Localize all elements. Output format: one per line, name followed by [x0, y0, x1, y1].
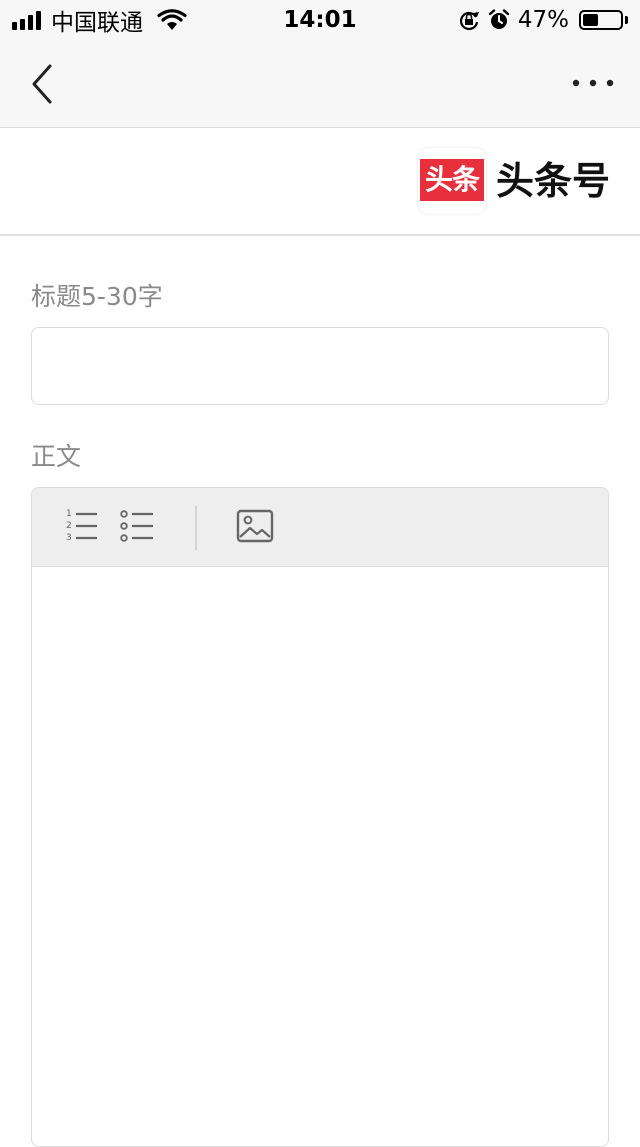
- body-text-area[interactable]: [32, 567, 608, 1146]
- editor-toolbar: 1 2 3: [32, 488, 608, 567]
- toolbar-divider: [195, 506, 197, 550]
- orientation-lock-icon: [459, 11, 479, 31]
- battery-icon: [579, 10, 623, 30]
- bullet-list-icon[interactable]: [117, 506, 157, 546]
- brand-name: 头条号: [496, 159, 611, 203]
- ordered-list-icon[interactable]: 1 2 3: [61, 506, 101, 546]
- battery-level-fill: [583, 14, 598, 26]
- brand-header: 头条 头条号: [0, 128, 640, 236]
- more-options-button[interactable]: [568, 68, 618, 98]
- toutiao-logo: 头条: [418, 148, 486, 214]
- svg-text:2: 2: [66, 521, 72, 531]
- logo-text: 头条: [420, 159, 484, 201]
- back-button[interactable]: [24, 60, 64, 108]
- title-input[interactable]: [31, 327, 609, 405]
- body-editor: 1 2 3: [31, 487, 609, 1147]
- svg-text:1: 1: [66, 509, 72, 519]
- body-label: 正文: [31, 442, 82, 471]
- battery-tip: [625, 16, 628, 24]
- alarm-icon: [488, 9, 510, 29]
- title-label: 标题5-30字: [31, 282, 163, 311]
- svg-text:3: 3: [66, 533, 72, 543]
- status-bar: 中国联通 14:01 47%: [0, 0, 640, 40]
- image-icon[interactable]: [235, 506, 275, 546]
- battery-percent: 47%: [517, 7, 569, 33]
- navigation-bar: [0, 40, 640, 128]
- status-right: 47%: [458, 6, 628, 34]
